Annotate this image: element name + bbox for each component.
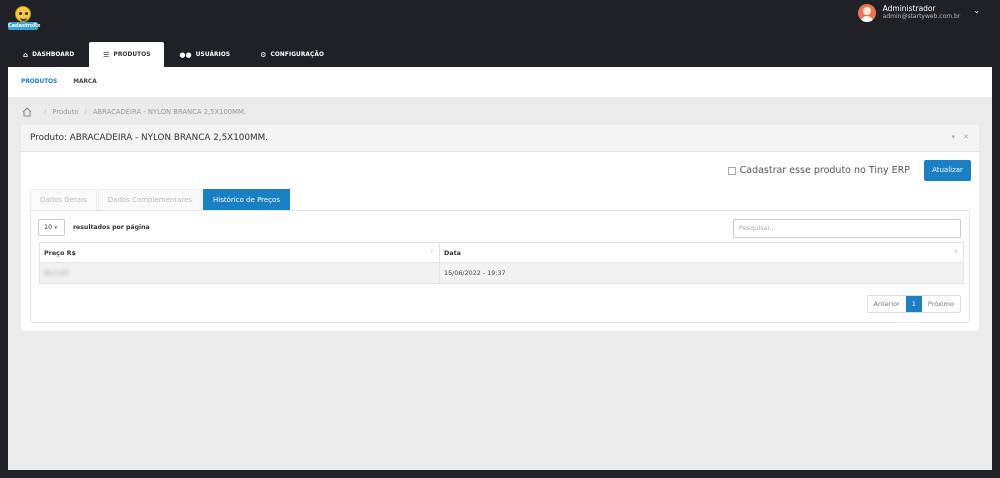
content-area: PRODUTOS MARCA / Produto / ABRACADEIRA -… bbox=[8, 67, 992, 470]
collapse-icon[interactable]: ▾ bbox=[952, 133, 956, 141]
update-button[interactable]: Atualizar bbox=[924, 160, 971, 181]
nav-label: PRODUTOS bbox=[113, 51, 151, 58]
user-menu[interactable]: Administrador admin@startyweb.com.br ⌄ bbox=[857, 3, 980, 23]
tab-dados-gerais[interactable]: Dados Gerais bbox=[30, 189, 97, 210]
gear-icon: ⚙ bbox=[260, 50, 267, 59]
cell-date: 15/06/2022 - 19:37 bbox=[439, 262, 964, 284]
tab-historico-precos[interactable]: Histórico de Preços bbox=[203, 189, 290, 210]
tabs: Dados Gerais Dados Complementares Histór… bbox=[30, 189, 291, 210]
user-name: Administrador bbox=[882, 4, 936, 13]
pagination-next[interactable]: Próximo bbox=[921, 296, 960, 312]
breadcrumb-separator: / bbox=[84, 108, 87, 116]
breadcrumb-item[interactable]: Produto bbox=[52, 108, 78, 116]
user-email: admin@startyweb.com.br bbox=[882, 13, 961, 20]
table-row: R$ 0,00 15/06/2022 - 19:37 bbox=[39, 262, 964, 284]
product-panel: Produto: ABRACADEIRA - NYLON BRANCA 2,5X… bbox=[21, 125, 979, 331]
page-length-value: 10 bbox=[44, 223, 53, 231]
tab-dados-complementares[interactable]: Dados Complementares bbox=[97, 189, 203, 210]
home-icon: ⌂ bbox=[23, 50, 29, 59]
nav-dashboard[interactable]: ⌂ DASHBOARD bbox=[8, 42, 89, 67]
tiny-checkbox-label: Cadastrar esse produto no Tiny ERP bbox=[739, 165, 910, 176]
nav-label: CONFIGURAÇÃO bbox=[270, 51, 324, 58]
main-nav: ⌂ DASHBOARD ☰ PRODUTOS ●● USUÁRIOS ⚙ CON… bbox=[8, 42, 339, 67]
panel-header: Produto: ABRACADEIRA - NYLON BRANCA 2,5X… bbox=[21, 125, 979, 152]
pagination: Anterior 1 Próximo bbox=[866, 295, 961, 313]
sort-icon: ⇅ bbox=[953, 249, 958, 255]
breadcrumb-separator: / bbox=[44, 108, 47, 116]
tiny-row: Cadastrar esse produto no Tiny ERP Atual… bbox=[727, 160, 971, 181]
subnav-marca[interactable]: MARCA bbox=[73, 79, 96, 85]
page-length-select[interactable]: 10 ▼ bbox=[38, 219, 65, 236]
page-title: Produto: ABRACADEIRA - NYLON BRANCA 2,5X… bbox=[30, 133, 268, 143]
sort-icon: ↑ bbox=[429, 249, 434, 255]
subnav-produtos[interactable]: PRODUTOS bbox=[21, 79, 57, 85]
column-header-price[interactable]: Preço R$ ↑ bbox=[39, 242, 440, 263]
list-icon: ☰ bbox=[103, 50, 110, 59]
cell-price: R$ 0,00 bbox=[39, 262, 440, 284]
home-icon[interactable] bbox=[22, 107, 32, 117]
price-history-table: Preço R$ ↑ Data ⇅ R$ 0,00 15/06/2022 - 1… bbox=[39, 242, 964, 284]
avatar bbox=[857, 4, 876, 22]
pagination-page[interactable]: 1 bbox=[905, 296, 922, 312]
tab-content: 10 ▼ resultados por página Pesquisar... P… bbox=[30, 210, 970, 323]
breadcrumb: / Produto / ABRACADEIRA - NYLON BRANCA 2… bbox=[22, 107, 246, 117]
sub-nav: PRODUTOS MARCA bbox=[8, 67, 992, 97]
page-length-label: resultados por página bbox=[73, 224, 150, 231]
brand-logo[interactable]: CadastroRx bbox=[8, 6, 41, 32]
nav-label: USUÁRIOS bbox=[195, 51, 231, 58]
smiley-icon bbox=[15, 6, 31, 22]
logo-wordmark: CadastroRx bbox=[8, 22, 41, 30]
pagination-prev[interactable]: Anterior bbox=[867, 296, 906, 312]
nav-label: DASHBOARD bbox=[32, 51, 75, 58]
close-icon[interactable]: ✕ bbox=[963, 133, 969, 141]
breadcrumb-item: ABRACADEIRA - NYLON BRANCA 2,5X100MM. bbox=[92, 108, 247, 116]
nav-configuracao[interactable]: ⚙ CONFIGURAÇÃO bbox=[245, 42, 339, 67]
chevron-down-icon[interactable]: ⌄ bbox=[973, 6, 980, 15]
column-header-date[interactable]: Data ⇅ bbox=[439, 242, 964, 263]
top-bar: CadastroRx Administrador admin@startyweb… bbox=[0, 0, 1000, 42]
nav-produtos[interactable]: ☰ PRODUTOS bbox=[89, 42, 165, 67]
nav-usuarios[interactable]: ●● USUÁRIOS bbox=[164, 42, 245, 67]
search-input[interactable]: Pesquisar... bbox=[733, 219, 961, 238]
users-icon: ●● bbox=[179, 50, 192, 59]
tiny-checkbox[interactable] bbox=[727, 166, 736, 175]
chevron-down-icon: ▼ bbox=[54, 225, 58, 230]
